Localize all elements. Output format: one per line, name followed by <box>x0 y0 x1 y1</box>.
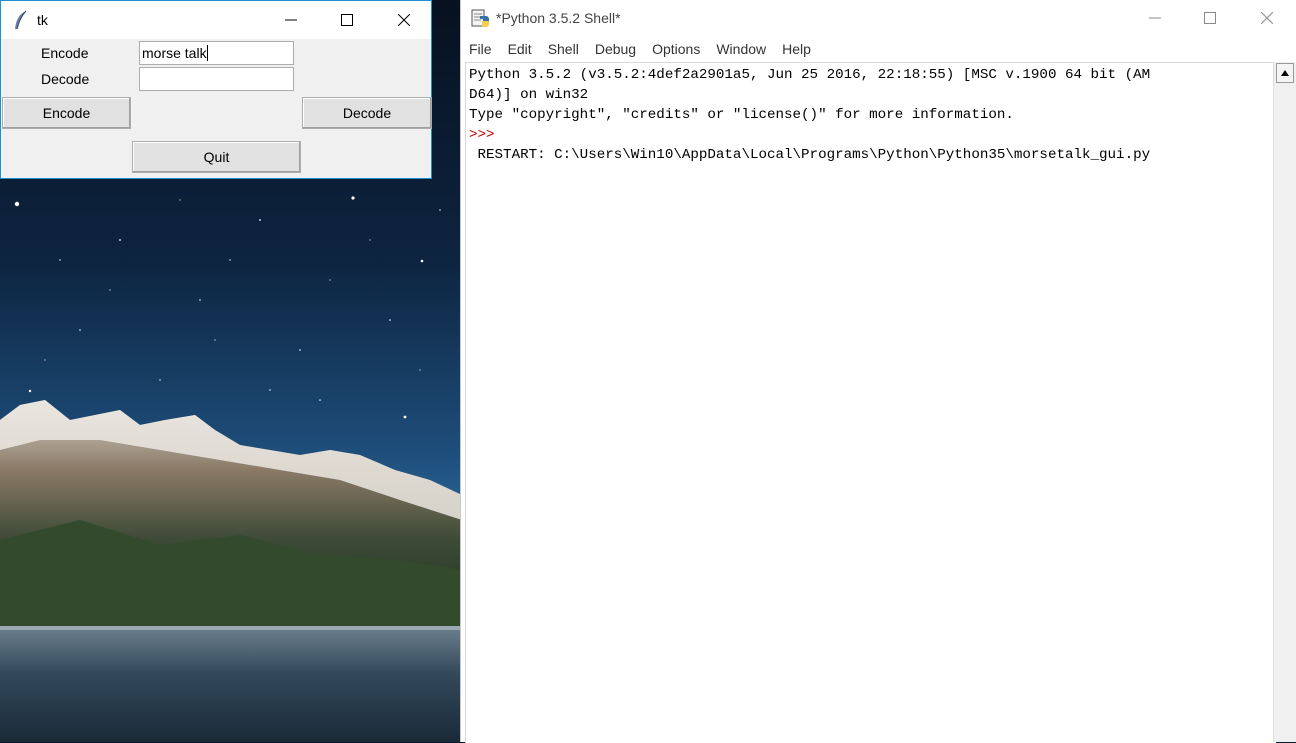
window-title: tk <box>37 12 48 28</box>
close-icon <box>398 14 410 26</box>
menu-window[interactable]: Window <box>708 36 774 62</box>
minimize-icon <box>285 19 297 21</box>
shell-line-banner-1: Python 3.5.2 (v3.5.2:4def2a2901a5, Jun 2… <box>469 67 1151 83</box>
tk-titlebar[interactable]: tk <box>1 1 431 39</box>
menu-shell[interactable]: Shell <box>540 36 587 62</box>
decode-label: Decode <box>41 71 90 87</box>
vertical-scrollbar[interactable] <box>1273 62 1296 742</box>
close-button[interactable] <box>1244 0 1290 37</box>
encode-button[interactable]: Encode <box>2 97 131 129</box>
shell-text-area[interactable]: Python 3.5.2 (v3.5.2:4def2a2901a5, Jun 2… <box>465 62 1276 743</box>
menubar: File Edit Shell Debug Options Window Hel… <box>461 36 1296 62</box>
shell-prompt: >>> <box>469 127 495 143</box>
tk-body: Encode morse talk Decode Encode Decode Q… <box>1 39 432 179</box>
encode-label: Encode <box>41 45 89 61</box>
decode-input[interactable] <box>139 67 294 91</box>
feather-icon <box>13 10 29 30</box>
maximize-icon <box>1204 12 1216 24</box>
encode-input-text: morse talk <box>142 45 207 61</box>
minimize-button[interactable] <box>268 1 314 39</box>
minimize-button[interactable] <box>1132 0 1178 37</box>
menu-debug[interactable]: Debug <box>587 36 644 62</box>
shell-line-restart: RESTART: C:\Users\Win10\AppData\Local\Pr… <box>469 147 1151 163</box>
scroll-up-button[interactable] <box>1276 63 1294 83</box>
menu-file[interactable]: File <box>461 36 500 62</box>
maximize-icon <box>341 14 353 26</box>
encode-input[interactable]: morse talk <box>139 41 294 65</box>
scroll-up-icon <box>1281 70 1289 76</box>
idle-shell-window: *Python 3.5.2 Shell* File Edit Shell Deb… <box>460 0 1296 743</box>
menu-edit[interactable]: Edit <box>500 36 540 62</box>
menu-help[interactable]: Help <box>774 36 819 62</box>
window-title: *Python 3.5.2 Shell* <box>496 10 621 26</box>
close-button[interactable] <box>381 1 427 39</box>
shell-line-banner-2: D64)] on win32 <box>469 87 589 103</box>
menu-options[interactable]: Options <box>644 36 708 62</box>
python-idle-icon <box>470 7 492 29</box>
maximize-button[interactable] <box>324 1 370 39</box>
quit-button[interactable]: Quit <box>132 141 301 173</box>
shell-line-banner-3: Type "copyright", "credits" or "license(… <box>469 107 1014 123</box>
idle-titlebar[interactable]: *Python 3.5.2 Shell* <box>461 0 1296 36</box>
tk-window: tk Encode morse talk Decode Encode Decod… <box>0 0 432 179</box>
maximize-button[interactable] <box>1187 0 1233 37</box>
decode-button[interactable]: Decode <box>302 97 432 129</box>
close-icon <box>1261 12 1273 24</box>
minimize-icon <box>1149 17 1161 19</box>
text-caret <box>206 45 208 61</box>
